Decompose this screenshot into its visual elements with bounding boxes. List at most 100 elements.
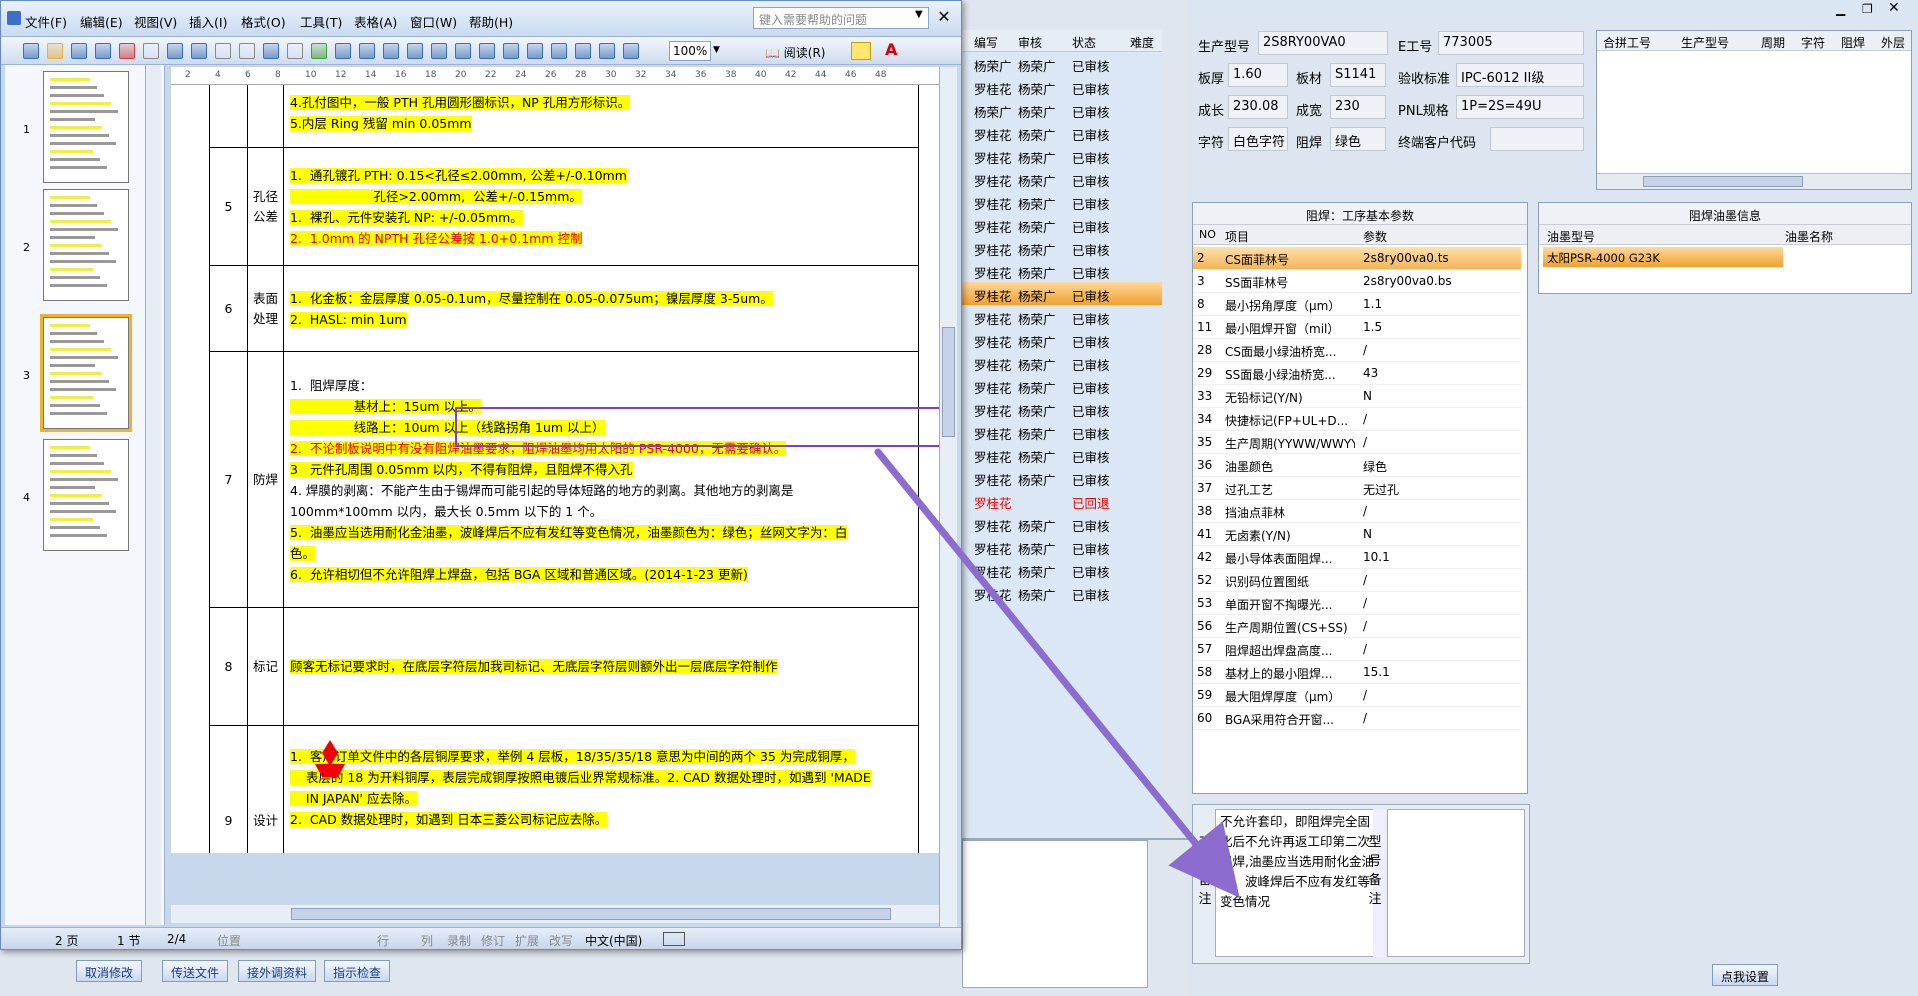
list-row[interactable]: 罗桂花 杨荣广 已审核 xyxy=(962,282,1162,305)
merge-hscroll[interactable] xyxy=(1597,173,1911,189)
params-row[interactable]: 57 阻焊超出焊盘高度... / xyxy=(1193,638,1521,661)
params-row[interactable]: 38 挡油点菲林 / xyxy=(1193,500,1521,523)
highlight-icon[interactable] xyxy=(851,42,871,60)
toolbar-icon-15[interactable] xyxy=(383,43,399,59)
menu-5[interactable]: 工具(T) xyxy=(298,12,344,31)
font-color-icon[interactable]: A xyxy=(885,40,897,59)
row-content[interactable]: 1. 通孔镀孔 PTH: 0.15<孔径≤2.00mm, 公差+/-0.10mm… xyxy=(283,147,919,266)
page-thumbnail[interactable] xyxy=(43,71,129,183)
minimize-icon[interactable]: ▁ xyxy=(1836,2,1845,16)
params-row[interactable]: 11 最小阻焊开窗（mil） 1.5 xyxy=(1193,316,1521,339)
zoom-dropdown-icon[interactable]: ▼ xyxy=(713,45,720,55)
menu-4[interactable]: 格式(O) xyxy=(239,12,288,31)
toolbar-icon-9[interactable] xyxy=(239,43,255,59)
row-content[interactable]: 4.孔付图中，一般 PTH 孔用圆形圈标识，NP 孔用方形标识。 5.内层 Rin… xyxy=(283,85,919,148)
list-row[interactable]: 罗桂花 杨荣广 已审核 xyxy=(962,305,1162,328)
toolbar-icon-2[interactable] xyxy=(71,43,87,59)
ink-row-selected[interactable]: 太阳PSR-4000 G23K xyxy=(1543,247,1783,267)
char-field[interactable]: 白色字符 xyxy=(1228,127,1288,151)
instruction-check-button[interactable]: 指示检查 xyxy=(324,960,391,982)
settings-button[interactable]: 点我设置 xyxy=(1712,964,1779,986)
params-row[interactable]: 29 SS面最小绿油桥宽... 43 xyxy=(1193,362,1521,385)
toolbar-icon-7[interactable] xyxy=(191,43,207,59)
menu-1[interactable]: 编辑(E) xyxy=(78,12,125,31)
remark-text[interactable]: 不允许套印，即阻焊完全固化后不允许再返工印第二次阻焊,油墨应当选用耐化金油墨，波… xyxy=(1215,809,1385,957)
list-row[interactable]: 杨荣广 杨荣广 已审核 xyxy=(962,98,1162,121)
list-row[interactable]: 罗桂花 杨荣广 已审核 xyxy=(962,581,1162,604)
toolbar-icon-0[interactable] xyxy=(23,43,39,59)
params-row[interactable]: 34 快捷标记(FP+UL+D... / xyxy=(1193,408,1521,431)
toolbar-icon-10[interactable] xyxy=(263,43,279,59)
toolbar-icon-18[interactable] xyxy=(455,43,471,59)
row-content[interactable]: 1. 化金板：金层厚度 0.05-0.1um，尽量控制在 0.05-0.075u… xyxy=(283,265,919,352)
send-file-button[interactable]: 传送文件 xyxy=(162,960,229,982)
status-record[interactable]: 录制 xyxy=(447,932,471,949)
merge-col-cycle[interactable]: 周期 xyxy=(1761,34,1785,51)
customer-field[interactable] xyxy=(1490,127,1584,151)
width-field[interactable]: 230 xyxy=(1330,95,1386,119)
thickness-field[interactable]: 1.60 xyxy=(1228,63,1288,87)
list-row[interactable]: 罗桂花 杨荣广 已审核 xyxy=(962,75,1162,98)
list-row[interactable]: 罗桂花 杨荣广 已审核 xyxy=(962,466,1162,489)
status-track[interactable]: 修订 xyxy=(481,932,505,949)
close-icon[interactable]: ✕ xyxy=(1888,0,1900,16)
pnl-field[interactable]: 1P=2S=49U xyxy=(1456,95,1584,119)
toolbar-icon-25[interactable] xyxy=(623,43,639,59)
list-row[interactable]: 罗桂花 杨荣广 已审核 xyxy=(962,213,1162,236)
help-search-input[interactable]: 键入需要帮助的问题 xyxy=(753,7,929,29)
list-row[interactable]: 罗桂花 已回退 xyxy=(962,489,1162,512)
ink-col-model[interactable]: 油墨型号 xyxy=(1547,228,1595,245)
merge-col-mask[interactable]: 阻焊 xyxy=(1841,34,1865,51)
params-row[interactable]: 58 基材上的最小阻焊... 15.1 xyxy=(1193,661,1521,684)
document-hscroll[interactable] xyxy=(171,905,939,923)
list-row[interactable]: 罗桂花 杨荣广 已审核 xyxy=(962,144,1162,167)
col-header-writer[interactable]: 编写 xyxy=(974,34,998,51)
spelling-icon[interactable] xyxy=(663,932,685,946)
standard-field[interactable]: IPC-6012 II级 xyxy=(1456,63,1584,87)
merge-col-model[interactable]: 生产型号 xyxy=(1681,34,1729,51)
close-icon[interactable]: ✕ xyxy=(935,9,953,27)
params-col-no[interactable]: NO xyxy=(1199,228,1216,241)
col-header-status[interactable]: 状态 xyxy=(1072,34,1096,51)
merge-col-eno[interactable]: 合拼工号 xyxy=(1603,34,1651,51)
params-row[interactable]: 53 单面开窗不掏曝光... / xyxy=(1193,592,1521,615)
list-row[interactable]: 罗桂花 杨荣广 已审核 xyxy=(962,259,1162,282)
merge-col-outer[interactable]: 外层 xyxy=(1881,34,1905,51)
row-content[interactable]: 顾客无标记要求时，在底层字符层加我司标记、无底层字符层则额外出一层底层字符制作 xyxy=(283,607,919,726)
menu-2[interactable]: 视图(V) xyxy=(132,12,179,31)
document-vscroll[interactable] xyxy=(939,67,957,927)
page-thumbnail[interactable] xyxy=(43,439,129,551)
toolbar-icon-4[interactable] xyxy=(119,43,135,59)
toolbar-icon-16[interactable] xyxy=(407,43,423,59)
merge-col-char[interactable]: 字符 xyxy=(1801,34,1825,51)
list-row[interactable]: 杨荣广 杨荣广 已审核 xyxy=(962,52,1162,75)
params-row[interactable]: 36 油墨颜色 绿色 xyxy=(1193,454,1521,477)
list-row[interactable]: 罗桂花 杨荣广 已审核 xyxy=(962,397,1162,420)
horizontal-ruler[interactable]: 2 4 6 8 10 12 14 16 18 20 22 24 26 28 30 32 34 36 38 40 42 44… xyxy=(171,67,939,85)
status-overwrite[interactable]: 改写 xyxy=(549,932,573,949)
external-data-button[interactable]: 接外调资料 xyxy=(238,960,317,982)
material-field[interactable]: S1141 xyxy=(1330,63,1386,87)
params-row[interactable]: 52 识别码位置图纸 / xyxy=(1193,569,1521,592)
toolbar-icon-23[interactable] xyxy=(575,43,591,59)
menu-6[interactable]: 表格(A) xyxy=(352,12,399,31)
list-row[interactable]: 罗桂花 杨荣广 已审核 xyxy=(962,121,1162,144)
params-row[interactable]: 56 生产周期位置(CS+SS) / xyxy=(1193,615,1521,638)
params-row[interactable]: 60 BGA采用符合开窗... / xyxy=(1193,707,1521,730)
toolbar-icon-12[interactable] xyxy=(311,43,327,59)
page-thumbnail[interactable] xyxy=(40,314,132,432)
params-col-item[interactable]: 项目 xyxy=(1225,228,1249,245)
list-row[interactable]: 罗桂花 杨荣广 已审核 xyxy=(962,328,1162,351)
restore-icon[interactable]: ❐ xyxy=(1862,2,1873,16)
params-col-value[interactable]: 参数 xyxy=(1363,228,1387,245)
status-extend[interactable]: 扩展 xyxy=(515,932,539,949)
params-row[interactable]: 8 最小拐角厚度（μm） 1.1 xyxy=(1193,293,1521,316)
params-row[interactable]: 35 生产周期(YYWW/WWYY) / xyxy=(1193,431,1521,454)
toolbar-icon-5[interactable] xyxy=(143,43,159,59)
ink-col-name[interactable]: 油墨名称 xyxy=(1785,228,1833,245)
row-content[interactable]: 1. 客户订单文件中的各层铜厚要求，举例 4 层板，18/35/35/18 意思… xyxy=(283,725,919,853)
eno-field[interactable]: 773005 xyxy=(1438,31,1584,55)
toolbar-icon-3[interactable] xyxy=(95,43,111,59)
list-row[interactable]: 罗桂花 杨荣广 已审核 xyxy=(962,420,1162,443)
toolbar-icon-20[interactable] xyxy=(503,43,519,59)
